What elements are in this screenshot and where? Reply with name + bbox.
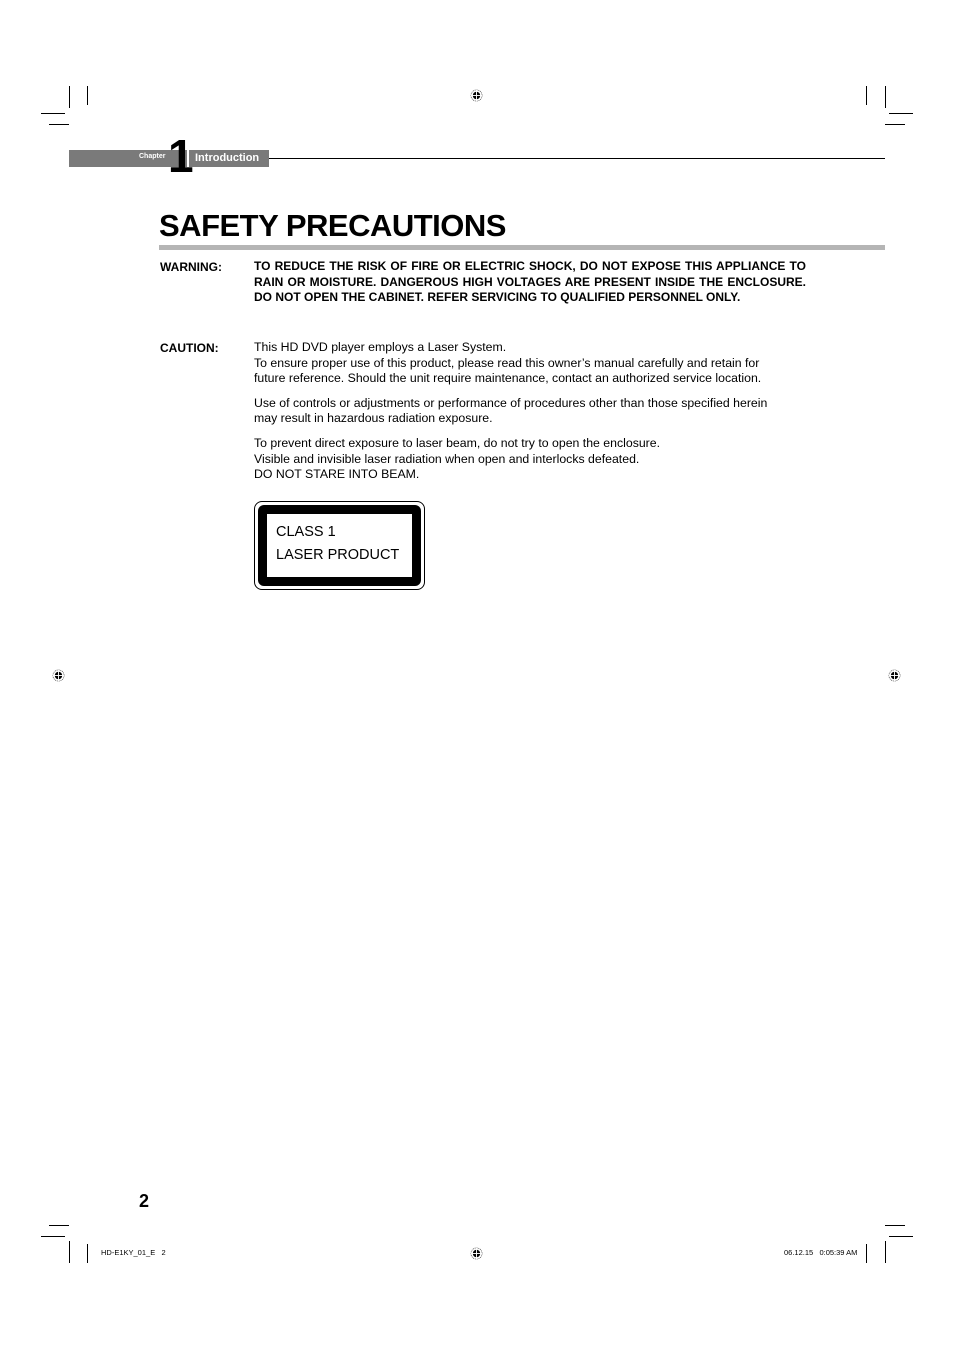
- caution-line: Visible and invisible laser radiation wh…: [254, 451, 640, 466]
- footer-date-info: 06.12.15 0:05:39 AM: [784, 1248, 858, 1257]
- crop-mark: [69, 1241, 70, 1263]
- registration-mark-icon: [470, 89, 483, 102]
- footer-file-info: HD-E1KY_01_E 2: [101, 1248, 166, 1257]
- crop-mark: [885, 1241, 886, 1263]
- registration-mark-icon: [52, 669, 65, 682]
- crop-mark: [41, 113, 65, 114]
- crop-mark: [41, 1236, 65, 1237]
- warning-text: TO REDUCE THE RISK OF FIRE OR ELECTRIC S…: [254, 259, 806, 305]
- registration-mark-icon: [470, 1247, 483, 1260]
- caution-line: future reference. Should the unit requir…: [254, 371, 762, 386]
- laser-label-panel: CLASS 1 LASER PRODUCT: [267, 514, 412, 577]
- warning-label: WARNING:: [160, 260, 222, 274]
- crop-mark: [87, 86, 88, 105]
- title-underline: [159, 245, 885, 250]
- caution-paragraph: To prevent direct exposure to laser beam…: [254, 436, 806, 483]
- chapter-number: 1: [168, 130, 194, 182]
- caution-line: may result in hazardous radiation exposu…: [254, 411, 493, 426]
- laser-class-text: CLASS 1: [276, 524, 336, 540]
- caution-paragraph: Use of controls or adjustments or perfor…: [254, 396, 806, 427]
- caution-paragraph: This HD DVD player employs a Laser Syste…: [254, 340, 806, 387]
- caution-body: This HD DVD player employs a Laser Syste…: [254, 340, 806, 492]
- caution-line: This HD DVD player employs a Laser Syste…: [254, 340, 507, 354]
- caution-line: To ensure proper use of this product, pl…: [254, 355, 760, 370]
- crop-mark: [866, 86, 867, 105]
- header-rule: [269, 158, 885, 159]
- caution-label: CAUTION:: [160, 341, 219, 355]
- crop-mark: [866, 1244, 867, 1263]
- chapter-title: Introduction: [195, 152, 260, 164]
- page-number: 2: [139, 1191, 150, 1211]
- laser-product-label: CLASS 1 LASER PRODUCT: [254, 501, 425, 590]
- crop-mark: [889, 113, 913, 114]
- page-title: SAFETY PRECAUTIONS: [159, 208, 506, 243]
- crop-mark: [885, 124, 905, 125]
- crop-mark: [885, 1225, 905, 1226]
- caution-line: Use of controls or adjustments or perfor…: [254, 395, 768, 410]
- crop-mark: [889, 1236, 913, 1237]
- caution-line: DO NOT STARE INTO BEAM.: [254, 467, 420, 482]
- crop-mark: [69, 86, 70, 108]
- chapter-label: Chapter: [139, 153, 166, 160]
- registration-mark-icon: [888, 669, 901, 682]
- crop-mark: [49, 1225, 69, 1226]
- caution-line: To prevent direct exposure to laser beam…: [254, 435, 661, 450]
- crop-mark: [87, 1244, 88, 1263]
- laser-product-text: LASER PRODUCT: [276, 547, 400, 563]
- crop-mark: [49, 124, 69, 125]
- crop-mark: [885, 86, 886, 108]
